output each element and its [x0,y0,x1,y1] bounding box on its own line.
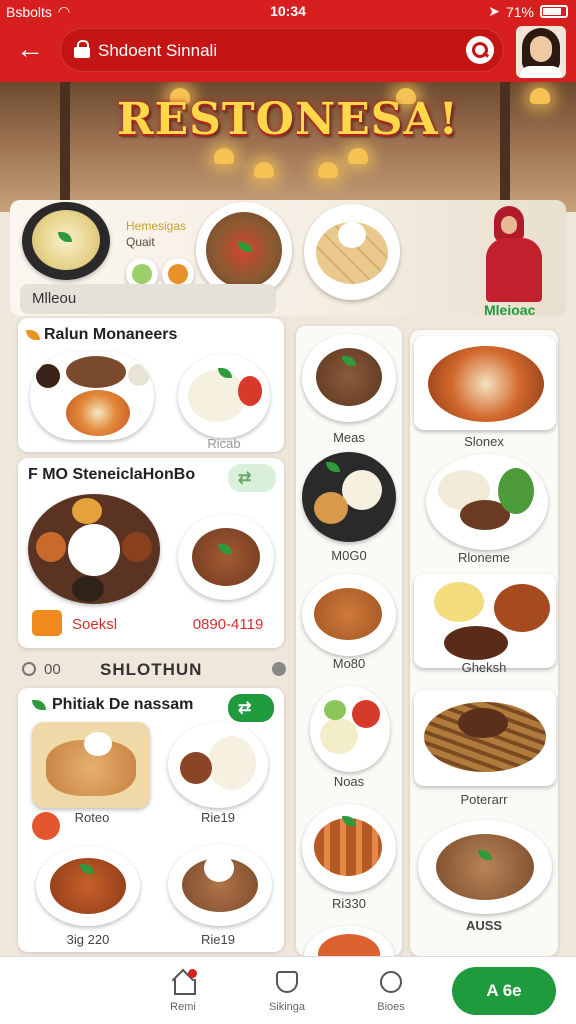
tab-menu[interactable]: Mlleou [20,284,276,314]
promo-icon [32,610,62,636]
dish-fried-platter[interactable] [32,722,150,808]
nav-favorites-label: Bioes [377,1001,405,1013]
hero-banner: RESTONESA! [0,82,576,212]
featured-dish-tofu[interactable] [304,204,400,300]
lock-icon [74,40,90,58]
middle-dish-4[interactable] [310,686,390,772]
leaf-icon [26,330,40,340]
right-caption: Slonex [464,434,504,449]
search-bar[interactable]: Shdoent Sinnali [60,28,504,72]
middle-caption: M0G0 [331,548,367,563]
dish-caption: Rie19 [201,810,235,825]
right-caption: Poterarr [460,792,508,807]
card-dinner-set[interactable]: Phitiak De nassam ⇄ Roteo Rie19 3ig 220 … [18,688,284,952]
right-caption: Gheksh [461,660,507,675]
middle-caption: Noas [333,774,365,789]
right-dish-3[interactable] [414,574,556,668]
right-dish-5[interactable] [418,820,552,914]
clock-icon [22,662,36,676]
middle-dish-2[interactable] [302,452,396,542]
right-dish-2[interactable] [426,454,548,550]
restaurant-title: RESTONESA! [117,94,459,145]
dish-beef-stew[interactable] [178,514,274,600]
featured-line2: Quait [126,235,155,249]
nav-settings[interactable]: Sikinga [252,967,322,1019]
section-header: 00 SHLOTHUN [20,656,288,684]
nav-home[interactable]: Remi [148,967,218,1019]
nav-favorites[interactable]: Bioes [356,967,426,1019]
right-dish-1[interactable] [414,336,556,430]
card-right-caption: 0890-4119 [192,616,264,633]
middle-dish-list: Meas M0G0 Mo80 Noas Ri330 [296,326,402,956]
middle-caption: Ri330 [332,896,366,911]
right-caption: AUSS [465,918,503,933]
middle-caption: Meas [333,430,365,445]
nav-settings-label: Sikinga [268,1001,306,1013]
middle-dish-3[interactable] [302,574,396,656]
section-number: 00 [44,661,61,678]
battery-icon [540,5,568,18]
card-title: Phitiak De nassam [52,696,194,713]
card-special-set[interactable]: F MO SteneiclaHonBo ⇄ Soeksl 0890-4119 [18,458,284,648]
badge-icon [32,812,60,840]
action-button[interactable]: A 6e [452,967,556,1015]
dish-sausage-stew[interactable] [36,846,140,926]
search-icon[interactable] [466,36,494,64]
middle-caption: Mo80 [332,656,366,671]
bottom-nav: Remi Sikinga Bioes A 6e [0,956,576,1024]
card-title: F MO SteneiclaHonBo [28,466,196,483]
card-set-meals[interactable]: Ralun Monaneers Ricab [18,318,284,452]
go-button[interactable]: ⇄ [228,464,276,492]
right-caption: Rloneme [457,550,511,565]
staff-photo [480,206,550,302]
dish-rice-chicken[interactable] [168,722,268,808]
dish-caption: Rie19 [201,932,235,947]
right-section-label[interactable]: Mleioac [484,302,535,318]
dish-fried-rice[interactable] [168,844,272,926]
right-dish-4[interactable] [414,690,556,786]
notification-badge [188,969,197,978]
avatar[interactable] [516,26,566,78]
location-icon: ➤ [488,3,500,19]
middle-dish-5[interactable] [302,804,396,892]
dish-caption: 3ig 220 [66,932,110,947]
section-title: SHLOTHUN [100,660,203,679]
back-arrow-icon[interactable]: ← [14,34,46,66]
go-button[interactable]: ⇄ [228,694,274,722]
card-caption: Ricab [207,436,241,451]
leaf-icon [32,700,46,710]
app-header: Bsbolts ◠ 10:34 ➤ 71% ← Shdoent Sinnali [0,0,576,82]
featured-dish-noodles[interactable] [22,202,110,280]
card-title: Ralun Monaneers [44,326,178,343]
battery-percent: 71% [505,3,534,20]
dish-platter[interactable] [30,352,154,440]
dish-caption: Roteo [74,810,110,825]
middle-dish-1[interactable] [302,334,396,422]
right-dish-list: Slonex Rloneme Gheksh Poterarr AUSS [410,330,558,956]
info-icon[interactable] [272,662,286,676]
featured-line1: Hemesigas [126,219,187,233]
nav-home-label: Remi [170,1001,196,1013]
middle-dish-6[interactable] [304,926,394,956]
status-bar: Bsbolts ◠ 10:34 ➤ 71% [0,0,576,22]
dish-rice-table[interactable] [28,494,160,604]
tab-menu-label: Mlleou [32,290,77,307]
card-left-caption: Soeksl [72,616,118,633]
heart-icon [380,971,402,993]
shield-icon [276,971,298,993]
dish-rice-vegetables[interactable] [178,354,270,438]
search-query[interactable]: Shdoent Sinnali [98,41,217,61]
